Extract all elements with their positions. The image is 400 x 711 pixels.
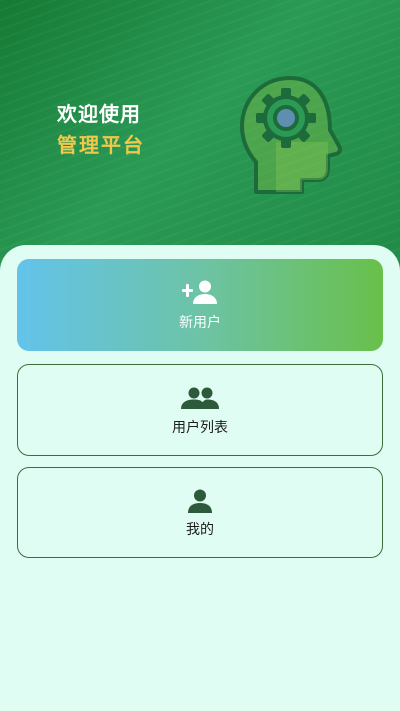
- users-icon: [181, 387, 219, 413]
- mine-button[interactable]: 我的: [17, 467, 383, 558]
- person-icon: [187, 489, 213, 517]
- user-list-button[interactable]: 用户列表: [17, 364, 383, 456]
- new-user-label: 新用户: [179, 315, 221, 331]
- welcome-text: 欢迎使用: [57, 102, 141, 126]
- user-list-label: 用户列表: [172, 420, 228, 436]
- add-user-icon: [181, 280, 219, 308]
- platform-title: 管理平台: [57, 133, 145, 157]
- new-user-button[interactable]: 新用户: [17, 259, 383, 351]
- head-gear-icon: [232, 72, 352, 204]
- mine-label: 我的: [186, 522, 214, 538]
